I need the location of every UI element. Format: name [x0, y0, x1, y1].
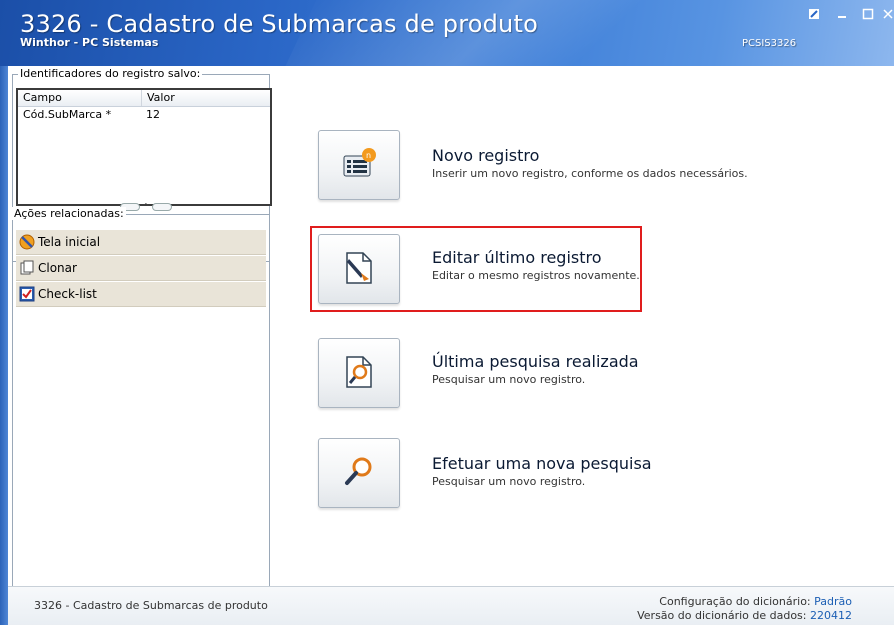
- window-subtitle: Winthor - PC Sistemas: [20, 36, 159, 49]
- window-title: 3326 - Cadastro de Submarcas de produto: [20, 10, 538, 38]
- main-content: n Novo registro Inserir um novo registro…: [274, 66, 894, 586]
- last-search-button[interactable]: [318, 338, 400, 408]
- restore-icon[interactable]: [806, 8, 822, 24]
- action-clonar[interactable]: Clonar: [16, 256, 266, 281]
- edit-record-button[interactable]: [318, 234, 400, 304]
- edit-record-icon: [346, 252, 372, 284]
- actions-title: Ações relacionadas:: [12, 207, 126, 220]
- svg-text:n: n: [366, 151, 371, 160]
- new-search-icon: [345, 457, 372, 485]
- identifiers-grid[interactable]: Campo Valor Cód.SubMarca * 12: [16, 88, 272, 206]
- program-code: PCSIS3326: [742, 38, 797, 49]
- option-title[interactable]: Última pesquisa realizada: [432, 352, 639, 371]
- action-label: Check-list: [38, 287, 97, 301]
- column-header-valor[interactable]: Valor: [142, 90, 270, 106]
- maximize-icon[interactable]: [860, 8, 876, 24]
- new-search-button[interactable]: [318, 438, 400, 508]
- config-label: Configuração do dicionário:: [659, 595, 811, 608]
- home-icon: [19, 234, 35, 250]
- column-header-campo[interactable]: Campo: [18, 90, 142, 106]
- option-desc: Pesquisar um novo registro.: [432, 373, 586, 386]
- splitter-handle[interactable]: ^: [120, 202, 180, 211]
- action-label: Clonar: [38, 261, 77, 275]
- version-value: 220412: [810, 609, 852, 622]
- left-panel: Identificadores do registro salvo: Campo…: [8, 66, 274, 588]
- close-icon[interactable]: [880, 8, 894, 24]
- title-bar[interactable]: 3326 - Cadastro de Submarcas de produto …: [0, 0, 894, 66]
- app-window: 3326 - Cadastro de Submarcas de produto …: [0, 0, 894, 625]
- new-record-button[interactable]: n: [318, 130, 400, 200]
- cell-valor: 12: [146, 108, 160, 121]
- cell-campo: Cód.SubMarca *: [23, 108, 112, 121]
- status-bar: 3326 - Cadastro de Submarcas de produto …: [8, 586, 894, 625]
- grid-header: Campo Valor: [18, 90, 270, 107]
- option-title[interactable]: Efetuar uma nova pesquisa: [432, 454, 652, 473]
- version-label: Versão do dicionário de dados:: [637, 609, 807, 622]
- status-right: Configuração do dicionário: Padrão Versã…: [637, 595, 852, 623]
- action-tela-inicial[interactable]: Tela inicial: [16, 230, 266, 255]
- status-left-text: 3326 - Cadastro de Submarcas de produto: [34, 599, 268, 612]
- option-desc: Inserir um novo registro, conforme os da…: [432, 167, 748, 180]
- new-record-icon: n: [343, 148, 376, 177]
- last-search-icon: [346, 356, 372, 388]
- table-row[interactable]: Cód.SubMarca * 12: [18, 107, 270, 123]
- clone-icon: [19, 260, 35, 276]
- checklist-icon: [19, 286, 35, 302]
- action-check-list[interactable]: Check-list: [16, 282, 266, 307]
- option-title[interactable]: Novo registro: [432, 146, 539, 165]
- option-desc: Pesquisar um novo registro.: [432, 475, 586, 488]
- config-value: Padrão: [814, 595, 852, 608]
- option-desc: Editar o mesmo registros novamente.: [432, 269, 640, 282]
- identifiers-title: Identificadores do registro salvo:: [18, 67, 203, 80]
- action-label: Tela inicial: [38, 235, 101, 249]
- minimize-icon[interactable]: [834, 8, 850, 24]
- option-title[interactable]: Editar último registro: [432, 248, 602, 267]
- window-left-border: [0, 66, 8, 625]
